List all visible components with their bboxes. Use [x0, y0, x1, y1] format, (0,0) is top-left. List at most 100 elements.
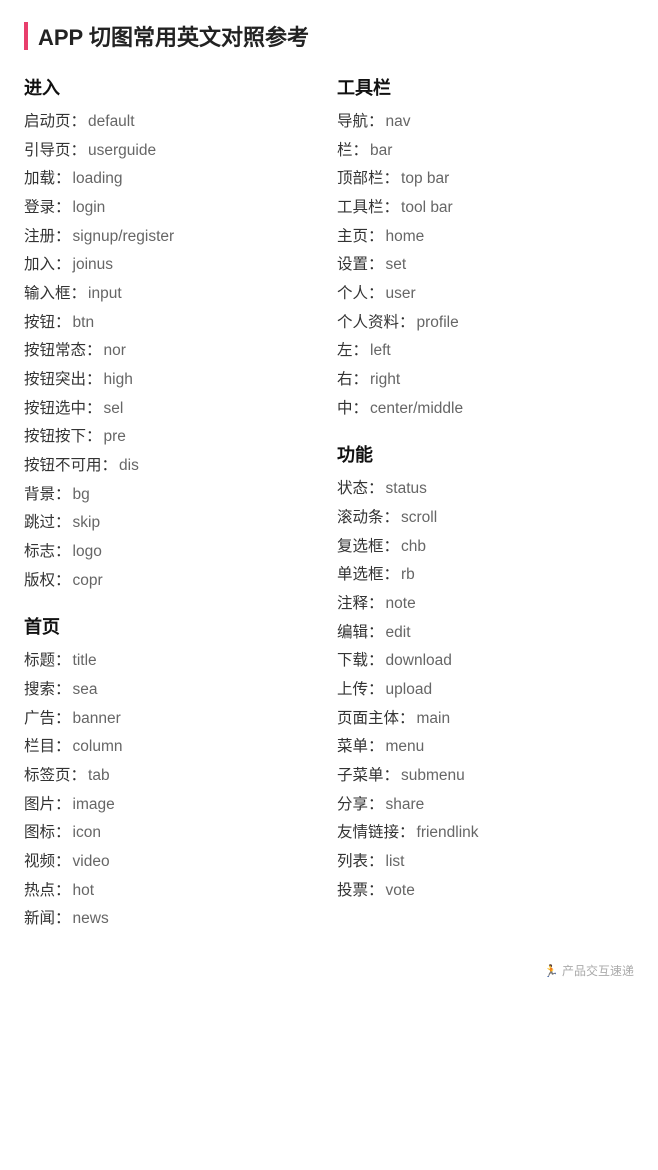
- item-english-value: input: [88, 280, 122, 309]
- item-english-value: sea: [73, 676, 98, 705]
- list-item: 输入框：input: [24, 280, 321, 309]
- title-text: APP 切图常用英文对照参考: [38, 20, 309, 52]
- item-english-value: friendlink: [417, 819, 479, 848]
- list-item: 滚动条：scroll: [337, 504, 634, 533]
- left-column: 进入启动页：default引导页：userguide加载：loading登录：l…: [24, 70, 321, 952]
- item-english-value: menu: [386, 733, 425, 762]
- main-content: 进入启动页：default引导页：userguide加载：loading登录：l…: [24, 70, 634, 952]
- item-english-value: banner: [73, 705, 121, 734]
- list-item: 个人：user: [337, 280, 634, 309]
- item-chinese-label: 主页：: [337, 223, 384, 252]
- item-english-value: profile: [417, 309, 459, 338]
- list-item: 背景：bg: [24, 481, 321, 510]
- item-chinese-label: 页面主体：: [337, 705, 415, 734]
- list-item: 个人资料：profile: [337, 309, 634, 338]
- item-chinese-label: 个人：: [337, 280, 384, 309]
- item-english-value: tab: [88, 762, 110, 791]
- list-item: 热点：hot: [24, 877, 321, 906]
- item-chinese-label: 工具栏：: [337, 194, 399, 223]
- item-english-value: tool bar: [401, 194, 453, 223]
- list-item: 单选框：rb: [337, 561, 634, 590]
- item-english-value: bg: [73, 481, 90, 510]
- item-chinese-label: 栏目：: [24, 733, 71, 762]
- list-item: 加入：joinus: [24, 251, 321, 280]
- item-english-value: chb: [401, 533, 426, 562]
- list-item: 设置：set: [337, 251, 634, 280]
- item-chinese-label: 热点：: [24, 877, 71, 906]
- item-chinese-label: 分享：: [337, 791, 384, 820]
- item-chinese-label: 左：: [337, 337, 368, 366]
- item-english-value: default: [88, 108, 135, 137]
- item-chinese-label: 广告：: [24, 705, 71, 734]
- item-english-value: scroll: [401, 504, 437, 533]
- list-item: 搜索：sea: [24, 676, 321, 705]
- item-english-value: userguide: [88, 137, 156, 166]
- item-chinese-label: 复选框：: [337, 533, 399, 562]
- list-item: 下载：download: [337, 647, 634, 676]
- list-item: 按钮选中：sel: [24, 395, 321, 424]
- item-english-value: btn: [73, 309, 95, 338]
- left-section-title-1: 首页: [24, 613, 321, 639]
- list-item: 投票：vote: [337, 877, 634, 906]
- right-column: 工具栏导航：nav栏：bar顶部栏：top bar工具栏：tool bar主页：…: [337, 70, 634, 952]
- item-chinese-label: 列表：: [337, 848, 384, 877]
- item-english-value: joinus: [73, 251, 114, 280]
- item-chinese-label: 引导页：: [24, 137, 86, 166]
- item-chinese-label: 状态：: [337, 475, 384, 504]
- left-section-0: 进入启动页：default引导页：userguide加载：loading登录：l…: [24, 74, 321, 595]
- list-item: 标志：logo: [24, 538, 321, 567]
- page-title: APP 切图常用英文对照参考: [24, 20, 634, 52]
- list-item: 登录：login: [24, 194, 321, 223]
- list-item: 图片：image: [24, 791, 321, 820]
- item-english-value: note: [386, 590, 416, 619]
- item-chinese-label: 视频：: [24, 848, 71, 877]
- item-english-value: sel: [104, 395, 124, 424]
- list-item: 标题：title: [24, 647, 321, 676]
- list-item: 栏目：column: [24, 733, 321, 762]
- right-section-title-0: 工具栏: [337, 74, 634, 100]
- item-chinese-label: 版权：: [24, 567, 71, 596]
- item-english-value: signup/register: [73, 223, 175, 252]
- list-item: 菜单：menu: [337, 733, 634, 762]
- item-english-value: copr: [73, 567, 103, 596]
- list-item: 按钮不可用：dis: [24, 452, 321, 481]
- item-english-value: download: [386, 647, 452, 676]
- list-item: 友情链接：friendlink: [337, 819, 634, 848]
- list-item: 跳过：skip: [24, 509, 321, 538]
- item-chinese-label: 中：: [337, 395, 368, 424]
- list-item: 复选框：chb: [337, 533, 634, 562]
- item-english-value: skip: [73, 509, 101, 538]
- item-chinese-label: 按钮选中：: [24, 395, 102, 424]
- item-chinese-label: 跳过：: [24, 509, 71, 538]
- list-item: 按钮：btn: [24, 309, 321, 338]
- watermark-text: 产品交互速递: [562, 964, 634, 978]
- item-chinese-label: 下载：: [337, 647, 384, 676]
- list-item: 中：center/middle: [337, 395, 634, 424]
- list-item: 版权：copr: [24, 567, 321, 596]
- item-english-value: login: [73, 194, 106, 223]
- item-english-value: edit: [386, 619, 411, 648]
- item-chinese-label: 按钮：: [24, 309, 71, 338]
- list-item: 广告：banner: [24, 705, 321, 734]
- item-english-value: icon: [73, 819, 101, 848]
- list-item: 图标：icon: [24, 819, 321, 848]
- item-chinese-label: 注册：: [24, 223, 71, 252]
- item-english-value: pre: [104, 423, 126, 452]
- watermark-icon: 🏃: [544, 964, 559, 978]
- item-english-value: submenu: [401, 762, 465, 791]
- item-english-value: top bar: [401, 165, 449, 194]
- item-english-value: main: [417, 705, 451, 734]
- list-item: 编辑：edit: [337, 619, 634, 648]
- item-english-value: right: [370, 366, 400, 395]
- item-chinese-label: 标题：: [24, 647, 71, 676]
- item-chinese-label: 按钮突出：: [24, 366, 102, 395]
- item-chinese-label: 菜单：: [337, 733, 384, 762]
- item-english-value: title: [73, 647, 97, 676]
- item-chinese-label: 设置：: [337, 251, 384, 280]
- list-item: 引导页：userguide: [24, 137, 321, 166]
- item-chinese-label: 单选框：: [337, 561, 399, 590]
- item-chinese-label: 导航：: [337, 108, 384, 137]
- item-english-value: rb: [401, 561, 415, 590]
- list-item: 主页：home: [337, 223, 634, 252]
- item-english-value: column: [73, 733, 123, 762]
